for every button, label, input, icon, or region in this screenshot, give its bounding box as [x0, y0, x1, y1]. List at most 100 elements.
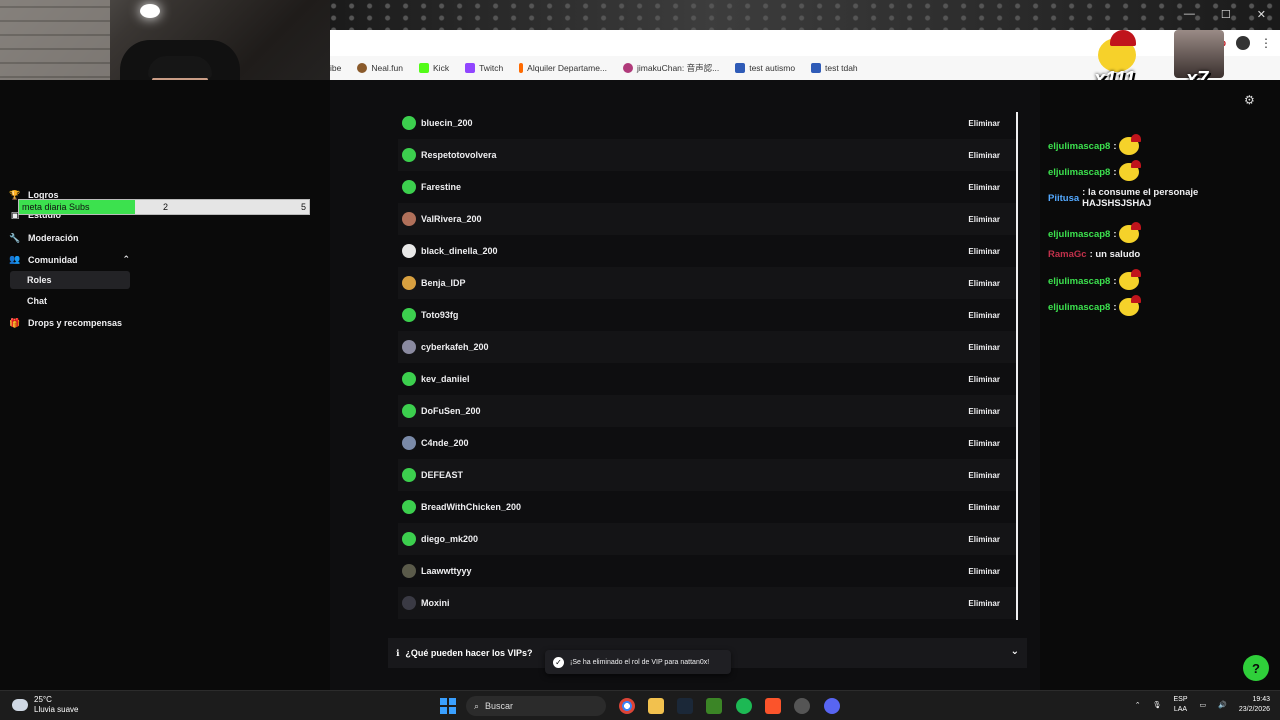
remove-vip-button[interactable]: Eliminar	[964, 340, 1004, 355]
chat-username[interactable]: eljulimascap8	[1048, 276, 1110, 287]
chevron-down-icon[interactable]: ⌄	[1011, 646, 1019, 657]
minimize-button[interactable]: —	[1184, 8, 1195, 21]
remove-vip-button[interactable]: Eliminar	[964, 116, 1004, 131]
remove-vip-button[interactable]: Eliminar	[964, 436, 1004, 451]
brave-icon[interactable]	[765, 698, 781, 714]
goal-current: 2	[163, 202, 169, 212]
chevron-up-icon[interactable]: ⌃	[1135, 701, 1141, 709]
check-icon: ✓	[553, 656, 564, 668]
volume-icon[interactable]: 🔊	[1218, 701, 1227, 709]
vip-username: Farestine	[421, 182, 462, 192]
remove-vip-button[interactable]: Eliminar	[964, 500, 1004, 515]
file-explorer-icon[interactable]	[648, 698, 664, 714]
user-avatar	[402, 276, 416, 290]
nealfun-icon	[357, 63, 368, 73]
chat-text: : un saludo	[1089, 249, 1141, 260]
chat-message: Piitusa: la consume el personaje HAJSHSJ…	[1048, 187, 1268, 209]
remove-vip-button[interactable]: Eliminar	[964, 212, 1004, 227]
chat-text: :	[1113, 140, 1117, 152]
remove-vip-button[interactable]: Eliminar	[964, 596, 1004, 611]
user-avatar	[402, 532, 416, 546]
system-tray: ⌃ 🎙 ESP LAA ▭ 🔊 19:43 23/2/2026	[1135, 695, 1270, 715]
minecraft-icon[interactable]	[706, 698, 722, 714]
chat-username[interactable]: eljulimascap8	[1048, 167, 1110, 178]
vip-row: Moxini Eliminar	[398, 587, 1016, 619]
discord-icon[interactable]	[824, 698, 840, 714]
bookmark-test-tdah[interactable]: test tdah	[811, 63, 858, 73]
network-icon[interactable]: ▭	[1200, 701, 1207, 709]
remove-vip-button[interactable]: Eliminar	[964, 148, 1004, 163]
user-avatar	[402, 436, 416, 450]
remove-vip-button[interactable]: Eliminar	[964, 244, 1004, 259]
bookmark-jimakuchan[interactable]: jimakuChan: 音声認...	[623, 62, 719, 74]
user-avatar	[402, 372, 416, 386]
creator-dashboard-sidebar	[0, 80, 330, 690]
chrome-icon[interactable]	[619, 698, 635, 714]
windows-start-icon[interactable]	[440, 698, 456, 714]
spotify-icon[interactable]	[736, 698, 752, 714]
kick-icon	[419, 63, 430, 73]
chat-help-icon[interactable]: ?	[1243, 655, 1269, 681]
remove-vip-button[interactable]: Eliminar	[964, 276, 1004, 291]
chat-message: eljulimascap8:	[1048, 222, 1142, 243]
weather-desc: Lluvia suave	[34, 705, 79, 714]
chat-username[interactable]: Piitusa	[1048, 193, 1079, 204]
microphone-icon[interactable]: 🎙	[1153, 701, 1162, 709]
chat-username[interactable]: RamaGc	[1048, 249, 1087, 260]
profile-icon[interactable]	[1236, 36, 1250, 50]
chat-text: :	[1113, 275, 1117, 287]
chat-username[interactable]: eljulimascap8	[1048, 302, 1110, 313]
santa-emote-icon	[1119, 134, 1142, 155]
vip-row: C4nde_200 Eliminar	[398, 427, 1016, 459]
sidebar-item-roles[interactable]: Roles	[10, 271, 130, 289]
chat-message: eljulimascap8:	[1048, 160, 1142, 181]
user-avatar	[402, 500, 416, 514]
bookmark-alquiler[interactable]: Alquiler Departame...	[519, 63, 607, 73]
search-placeholder: Buscar	[485, 701, 514, 711]
bookmark-test-autismo[interactable]: test autismo	[735, 63, 795, 73]
chat-text: :	[1113, 166, 1117, 178]
webcam-lamp	[140, 4, 160, 18]
cloud-rain-icon	[12, 699, 28, 711]
santa-hat-icon	[1110, 30, 1136, 46]
vip-username: Moxini	[421, 598, 450, 608]
webcam-cap	[148, 56, 212, 78]
sidebar-item-drops[interactable]: 🎁 Drops y recompensas	[9, 318, 122, 329]
vip-row: ValRivera_200 Eliminar	[398, 203, 1016, 235]
sidebar-item-comunidad[interactable]: 👥 Comunidad ⌃	[9, 254, 130, 265]
remove-vip-button[interactable]: Eliminar	[964, 308, 1004, 323]
menu-icon[interactable]: ⋮	[1260, 36, 1272, 50]
maximize-button[interactable]: ☐	[1221, 8, 1231, 21]
taskbar-search[interactable]: ⌕ Buscar	[466, 696, 606, 716]
sidebar-item-moderacion[interactable]: 🔧 Moderación	[9, 233, 78, 244]
chat-text: : la consume el personaje HAJSHSJSHAJ	[1082, 187, 1199, 209]
user-avatar	[402, 308, 416, 322]
chat-username[interactable]: eljulimascap8	[1048, 141, 1110, 152]
remove-vip-button[interactable]: Eliminar	[964, 532, 1004, 547]
user-avatar	[402, 596, 416, 610]
remove-vip-button[interactable]: Eliminar	[964, 564, 1004, 579]
chat-settings-icon[interactable]: ⚙	[1244, 93, 1255, 107]
vip-username: Benja_IDP	[421, 278, 466, 288]
chat-username[interactable]: eljulimascap8	[1048, 229, 1110, 240]
remove-vip-button[interactable]: Eliminar	[964, 180, 1004, 195]
daily-sub-goal-bar: meta diaria Subs 2 5	[18, 199, 310, 215]
weather-widget[interactable]: 25°C Lluvia suave	[12, 695, 78, 715]
remove-vip-button[interactable]: Eliminar	[964, 372, 1004, 387]
obs-icon[interactable]	[794, 698, 810, 714]
user-avatar	[402, 404, 416, 418]
clock[interactable]: 19:43 23/2/2026	[1239, 695, 1270, 715]
bookmark-nealfun[interactable]: Neal.fun	[357, 63, 403, 73]
vip-username: DEFEAST	[421, 470, 464, 480]
remove-vip-button[interactable]: Eliminar	[964, 468, 1004, 483]
bookmark-twitch[interactable]: Twitch	[465, 63, 503, 73]
bookmark-kick[interactable]: Kick	[419, 63, 449, 73]
sidebar-item-chat[interactable]: Chat	[10, 292, 130, 310]
bookmark-youtube[interactable]: ibe	[330, 63, 341, 73]
steam-icon[interactable]	[677, 698, 693, 714]
windows-taskbar: 25°C Lluvia suave ⌕ Buscar ⌃ 🎙 ESP LAA ▭…	[0, 690, 1280, 720]
input-language[interactable]: ESP LAA	[1173, 695, 1187, 715]
remove-vip-button[interactable]: Eliminar	[964, 404, 1004, 419]
close-button[interactable]: ✕	[1257, 8, 1266, 21]
santa-emote-icon	[1119, 295, 1142, 316]
